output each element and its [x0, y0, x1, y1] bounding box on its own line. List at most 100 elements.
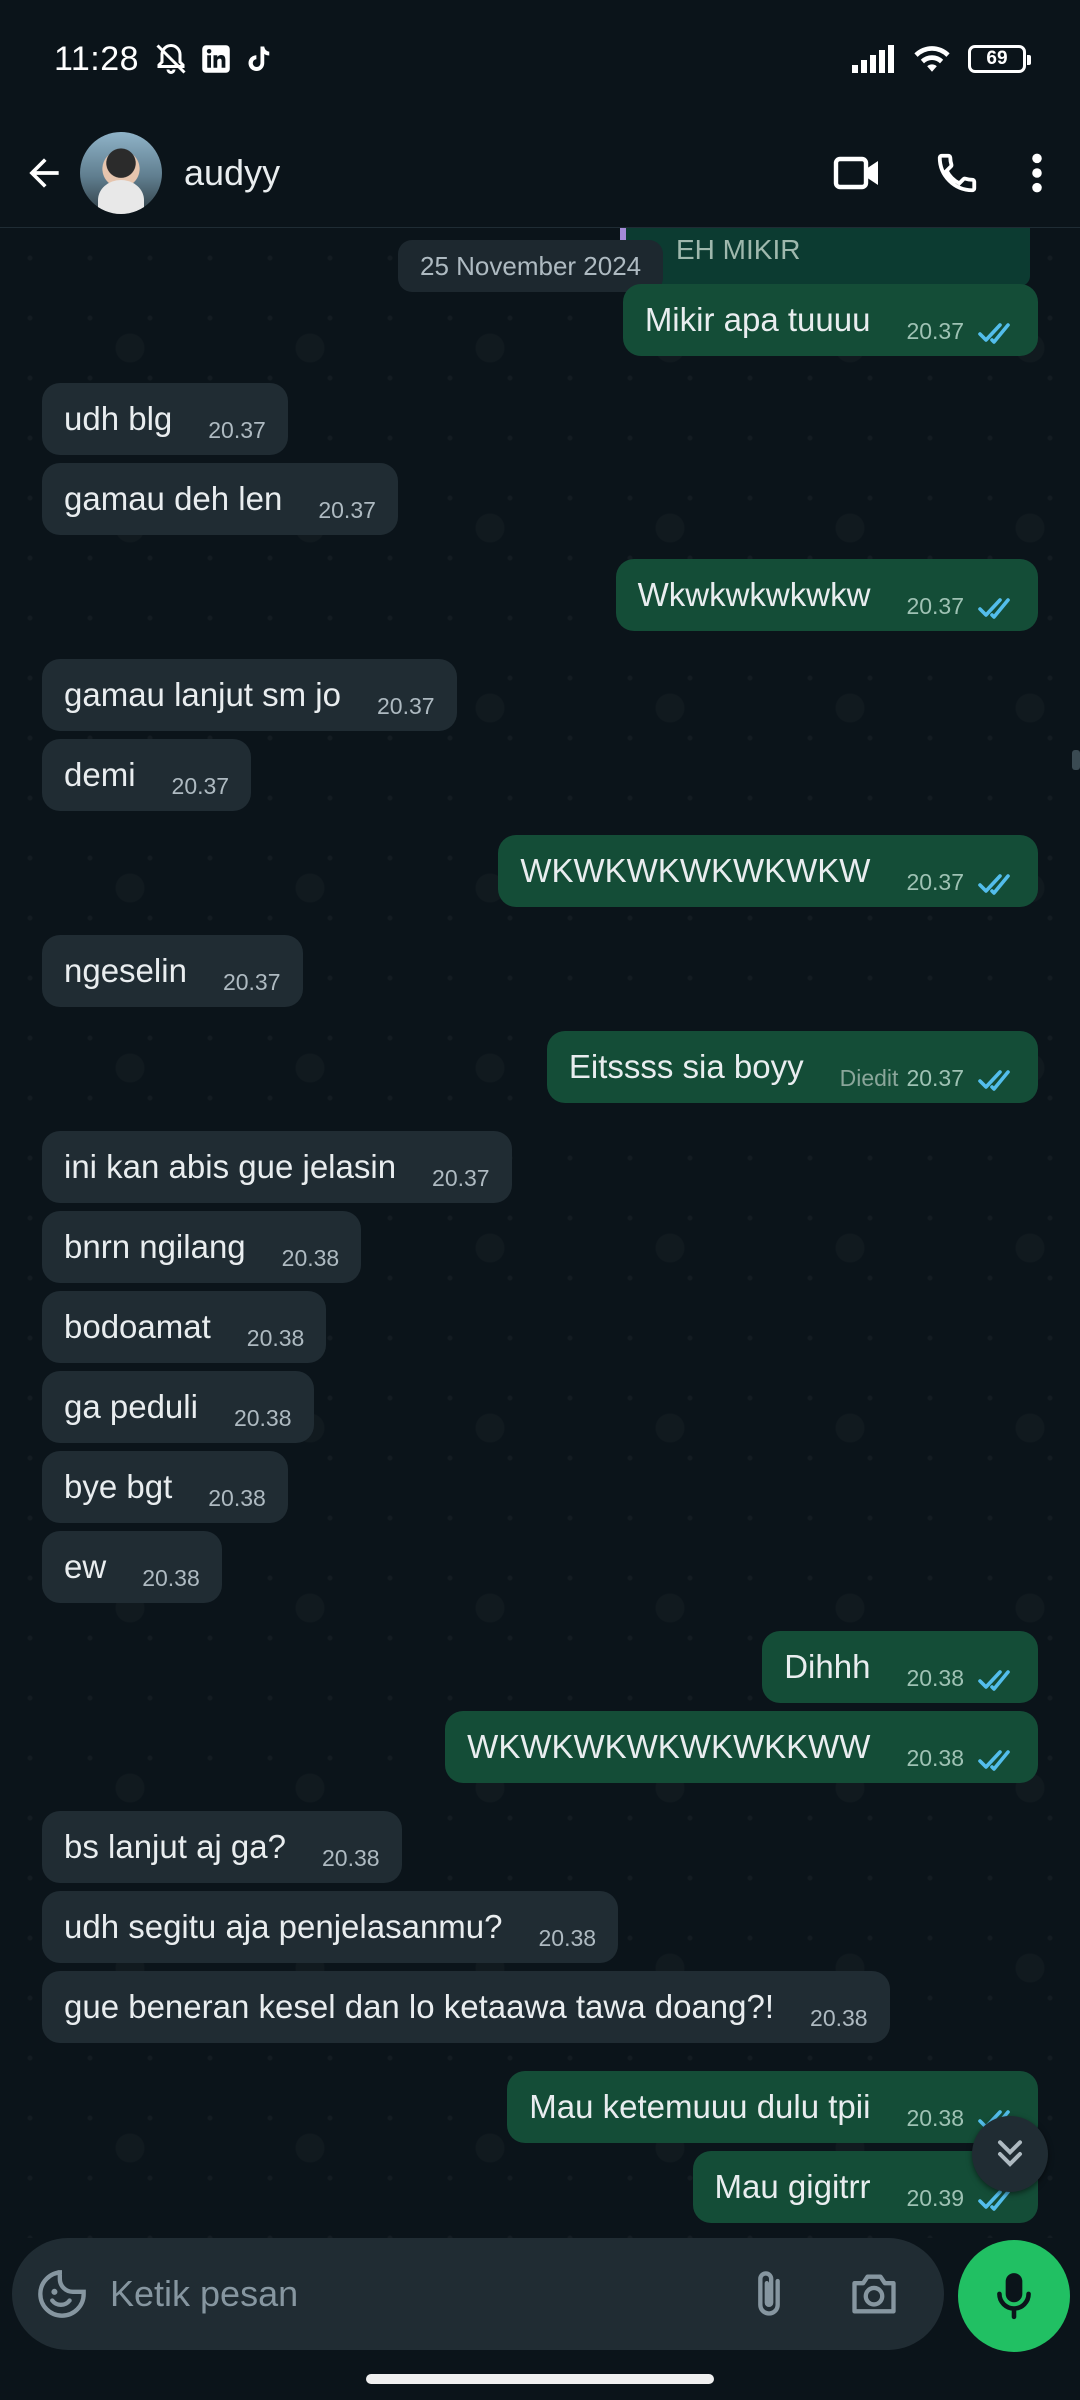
- incoming-message-bubble[interactable]: demi 20.37: [42, 739, 252, 811]
- message-meta: 20.37: [208, 417, 266, 444]
- scroll-to-bottom-button[interactable]: [972, 2116, 1048, 2192]
- message-text: bodoamat: [64, 1308, 211, 1345]
- message-meta: 20.37: [318, 497, 376, 524]
- message-meta: 20.37: [906, 318, 1016, 345]
- message-meta: 20.38: [234, 1405, 292, 1432]
- message-text: demi: [64, 756, 136, 793]
- message-time: 20.38: [810, 2004, 868, 2031]
- message-text: udh segitu aja penjelasanmu?: [64, 1908, 503, 1945]
- message-time: 20.38: [233, 1404, 292, 1431]
- message-text: Mau gigitrr: [714, 2168, 871, 2205]
- signal-icon: [852, 45, 894, 73]
- message-meta: 20.38: [539, 1925, 597, 1952]
- read-receipt: [978, 596, 1016, 620]
- contact-avatar[interactable]: [80, 131, 162, 214]
- message-time: 20.39: [906, 2184, 964, 2211]
- emoji-sticker-icon[interactable]: [36, 2268, 88, 2320]
- read-receipt: [978, 321, 1016, 345]
- message-meta: 20.38: [142, 1565, 200, 1592]
- status-system-icons: 69: [852, 43, 1031, 75]
- incoming-message-bubble[interactable]: bodoamat 20.38: [42, 1291, 327, 1363]
- outgoing-message-bubble[interactable]: WKWKWKWKWKWKKWW 20.38: [445, 1711, 1038, 1783]
- message-text: Mau ketemuuu dulu tpii: [529, 2088, 871, 2125]
- message-meta: Diedit 20.37: [840, 1065, 1016, 1092]
- message-text: ini kan abis gue jelasin: [64, 1148, 397, 1185]
- incoming-message-bubble[interactable]: ngeselin 20.37: [42, 935, 303, 1007]
- phone-icon: [937, 153, 977, 192]
- incoming-message-bubble[interactable]: bnrn ngilang 20.38: [42, 1211, 362, 1283]
- message-text: udh blg: [64, 400, 173, 437]
- incoming-message-bubble[interactable]: gamau deh len 20.37: [42, 463, 398, 535]
- incoming-message-bubble[interactable]: ini kan abis gue jelasin 20.37: [42, 1131, 512, 1203]
- message-text: bnrn ngilang: [64, 1228, 246, 1265]
- chat-message-list[interactable]: EH MIKIR 25 November 2024 Mikir apa tuuu…: [0, 228, 1080, 2238]
- message-meta: 20.37: [432, 1165, 490, 1192]
- message-time: 20.37: [906, 317, 964, 344]
- incoming-message-bubble[interactable]: bye bgt 20.38: [42, 1451, 288, 1523]
- incoming-message-bubble[interactable]: udh segitu aja penjelasanmu? 20.38: [42, 1891, 619, 1963]
- outgoing-message-bubble[interactable]: Mau ketemuuu dulu tpii 20.38: [507, 2071, 1038, 2143]
- message-meta: 20.37: [172, 773, 230, 800]
- message-meta: 20.38: [906, 1665, 1016, 1692]
- read-receipt: [978, 1748, 1016, 1772]
- message-meta: 20.38: [322, 1845, 380, 1872]
- home-gesture-pill[interactable]: [366, 2374, 714, 2384]
- camera-icon[interactable]: [848, 2271, 900, 2317]
- tiktok-icon: [248, 46, 270, 71]
- incoming-message-bubble[interactable]: gamau lanjut sm jo 20.37: [42, 659, 457, 731]
- video-call-button[interactable]: [832, 153, 884, 193]
- message-meta: 20.38: [810, 2005, 868, 2032]
- chat-header: audyy: [0, 118, 1080, 228]
- message-text: gamau deh len: [64, 480, 283, 517]
- message-text: Mikir apa tuuuu: [644, 301, 871, 338]
- outgoing-message-bubble[interactable]: Dihhh 20.38: [762, 1631, 1038, 1703]
- date-chip: 25 November 2024: [398, 240, 664, 292]
- scrollbar[interactable]: [1072, 750, 1080, 770]
- message-text: Eitssss sia boyy: [568, 1048, 804, 1085]
- battery-level: 69: [986, 48, 1008, 69]
- message-time: 20.38: [906, 1664, 964, 1691]
- arrow-left-icon: [29, 157, 59, 188]
- message-time: 20.37: [318, 496, 376, 523]
- contact-name[interactable]: audyy: [184, 152, 280, 194]
- message-time: 20.37: [376, 692, 435, 719]
- bell-off-icon: [156, 43, 186, 74]
- message-text: ew: [64, 1548, 107, 1585]
- system-navigation-bar: [0, 2358, 1080, 2400]
- double-check-read-icon: [978, 1749, 1010, 1771]
- read-receipt: [978, 1668, 1016, 1692]
- message-meta: 20.37: [906, 869, 1016, 896]
- outgoing-message-bubble[interactable]: Eitssss sia boyy Diedit 20.37: [546, 1031, 1038, 1103]
- incoming-message-bubble[interactable]: gue beneran kesel dan lo ketaawa tawa do…: [42, 1971, 890, 2043]
- more-options-button[interactable]: [1030, 151, 1044, 195]
- message-time: 20.38: [538, 1924, 597, 1951]
- voice-call-button[interactable]: [934, 150, 980, 196]
- message-time: 20.37: [222, 968, 281, 995]
- video-camera-icon: [833, 156, 878, 189]
- quoted-message-fragment[interactable]: EH MIKIR: [620, 228, 1030, 286]
- message-text: bye bgt: [64, 1468, 173, 1505]
- back-button[interactable]: [16, 143, 72, 203]
- incoming-message-bubble[interactable]: bs lanjut aj ga? 20.38: [42, 1811, 402, 1883]
- message-meta: 20.38: [906, 1745, 1016, 1772]
- double-check-read-icon: [978, 322, 1010, 344]
- paperclip-icon[interactable]: [752, 2268, 786, 2320]
- voice-record-button[interactable]: [958, 2240, 1070, 2352]
- message-text: WKWKWKWKWKWKKWW: [467, 1728, 871, 1765]
- double-check-read-icon: [978, 873, 1010, 895]
- outgoing-message-bubble[interactable]: Mikir apa tuuuu 20.37: [622, 284, 1038, 356]
- message-meta: 20.38: [282, 1245, 340, 1272]
- incoming-message-bubble[interactable]: ew 20.38: [42, 1531, 222, 1603]
- incoming-message-bubble[interactable]: udh blg 20.37: [42, 383, 288, 455]
- outgoing-message-bubble[interactable]: Wkwkwkwkwkw 20.37: [615, 559, 1038, 631]
- message-text: bs lanjut aj ga?: [64, 1828, 286, 1865]
- outgoing-message-bubble[interactable]: WKWKWKWKWKWKW 20.37: [498, 835, 1038, 907]
- message-input[interactable]: Ketik pesan: [110, 2273, 298, 2315]
- message-meta: 20.38: [208, 1485, 266, 1512]
- microphone-icon: [997, 2273, 1031, 2320]
- quoted-text: EH MIKIR: [676, 234, 801, 265]
- message-time: 20.37: [171, 772, 230, 799]
- incoming-message-bubble[interactable]: ga peduli 20.38: [42, 1371, 314, 1443]
- message-text: gue beneran kesel dan lo ketaawa tawa do…: [64, 1988, 775, 2025]
- battery-icon: 69: [968, 45, 1031, 73]
